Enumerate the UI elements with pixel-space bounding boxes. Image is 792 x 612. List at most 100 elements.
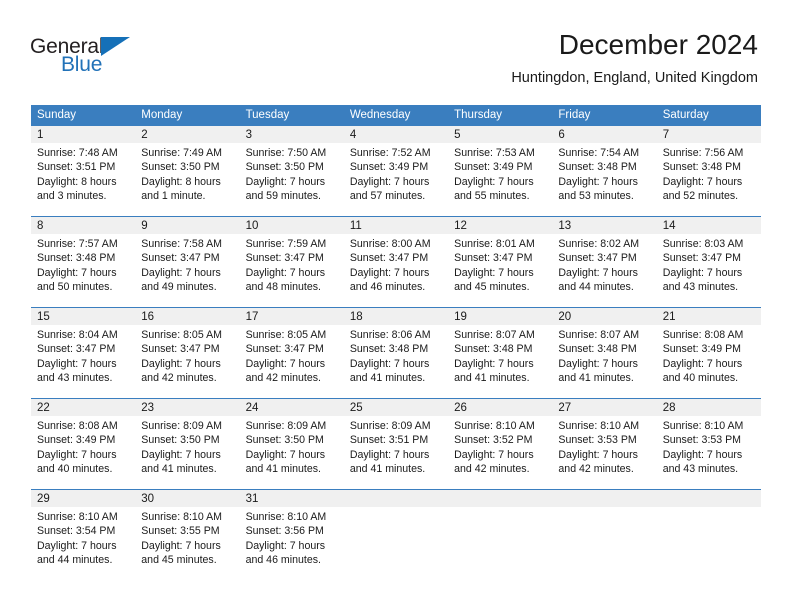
sunset-time: Sunset: 3:51 PM	[349, 434, 429, 447]
day-number: 30	[135, 490, 240, 507]
day-number	[448, 490, 553, 507]
calendar-day-cell[interactable]: 13 Sunrise: 8:02 AM Sunset: 3:47 PM Dayligh…	[552, 216, 657, 308]
day-details: Sunrise: 7:50 AM Sunset: 3:50 PM Daylight:…	[240, 143, 344, 204]
calendar-day-cell[interactable]: 30 Sunrise: 8:10 AM Sunset: 3:55 PM Dayligh…	[135, 489, 240, 580]
logo-text-blue: Blue	[61, 53, 103, 76]
sunrise-time: Sunrise: 8:05 AM	[245, 329, 327, 341]
sunrise-time: Sunrise: 7:53 AM	[454, 147, 535, 159]
daylight-duration-line1: Daylight: 7 hours	[37, 448, 117, 461]
title-block: December 2024 Huntingdon, England, Unite…	[511, 28, 758, 88]
sunrise-time: Sunrise: 8:07 AM	[454, 329, 535, 341]
daylight-duration-line2: and 41 minutes.	[454, 372, 530, 385]
day-details: Sunrise: 8:09 AM Sunset: 3:50 PM Daylight:…	[135, 416, 239, 477]
calendar-page: General Blue December 2024 Huntingdon, E…	[0, 0, 792, 612]
calendar-day-cell[interactable]: 8 Sunrise: 7:57 AM Sunset: 3:48 PM Daylight…	[31, 216, 136, 308]
calendar-day-cell[interactable]: 29 Sunrise: 8:10 AM Sunset: 3:54 PM Dayligh…	[31, 489, 136, 580]
sunset-time: Sunset: 3:56 PM	[245, 525, 324, 538]
day-number: 22	[31, 399, 136, 416]
calendar-week-row: 8 Sunrise: 7:57 AM Sunset: 3:48 PM Daylight…	[31, 216, 761, 308]
sunrise-time: Sunrise: 7:50 AM	[245, 147, 327, 159]
calendar-day-cell[interactable]: 18 Sunrise: 8:06 AM Sunset: 3:48 PM Dayligh…	[343, 307, 449, 399]
calendar-day-cell[interactable]: 22 Sunrise: 8:08 AM Sunset: 3:49 PM Dayligh…	[31, 398, 136, 490]
calendar-header-row: Sunday Monday Tuesday Wednesday Thursday…	[31, 105, 761, 126]
daylight-duration-line1: Daylight: 7 hours	[558, 175, 638, 188]
page-subtitle: Huntingdon, England, United Kingdom	[511, 70, 758, 86]
calendar-day-cell[interactable]: 23 Sunrise: 8:09 AM Sunset: 3:50 PM Dayligh…	[135, 398, 240, 490]
calendar-day-cell[interactable]: 1 Sunrise: 7:48 AM Sunset: 3:51 PM Daylight…	[31, 126, 136, 217]
day-details: Sunrise: 8:09 AM Sunset: 3:51 PM Daylight:…	[344, 416, 448, 477]
sunset-time: Sunset: 3:47 PM	[141, 343, 220, 356]
day-details: Sunrise: 7:56 AM Sunset: 3:48 PM Daylight:…	[657, 143, 761, 204]
daylight-duration-line1: Daylight: 7 hours	[37, 357, 117, 370]
calendar-day-cell[interactable]: 26 Sunrise: 8:10 AM Sunset: 3:52 PM Dayligh…	[448, 398, 553, 490]
calendar-grid: Sunday Monday Tuesday Wednesday Thursday…	[31, 105, 761, 580]
calendar-day-cell[interactable]: 24 Sunrise: 8:09 AM Sunset: 3:50 PM Dayligh…	[239, 398, 344, 490]
calendar-day-cell[interactable]: 11 Sunrise: 8:00 AM Sunset: 3:47 PM Dayligh…	[343, 216, 449, 308]
sunset-time: Sunset: 3:48 PM	[662, 161, 742, 174]
daylight-duration-line1: Daylight: 7 hours	[141, 448, 221, 461]
day-number: 20	[552, 308, 657, 325]
sunrise-time: Sunrise: 8:10 AM	[245, 511, 327, 523]
calendar-day-cell[interactable]: 14 Sunrise: 8:03 AM Sunset: 3:47 PM Dayligh…	[656, 216, 761, 308]
day-number: 4	[343, 126, 449, 143]
daylight-duration-line1: Daylight: 7 hours	[454, 448, 534, 461]
sunset-time: Sunset: 3:47 PM	[245, 343, 324, 356]
day-number: 13	[552, 217, 657, 234]
daylight-duration-line1: Daylight: 7 hours	[454, 175, 534, 188]
generalblue-logo[interactable]: General Blue	[30, 36, 230, 84]
day-number: 1	[31, 126, 136, 143]
daylight-duration-line1: Daylight: 7 hours	[245, 448, 326, 461]
day-number	[552, 490, 657, 507]
day-details: Sunrise: 8:10 AM Sunset: 3:53 PM Daylight:…	[657, 416, 761, 477]
daylight-duration-line1: Daylight: 7 hours	[245, 357, 326, 370]
calendar-day-cell[interactable]: 12 Sunrise: 8:01 AM Sunset: 3:47 PM Dayligh…	[448, 216, 553, 308]
calendar-day-cell[interactable]: 20 Sunrise: 8:07 AM Sunset: 3:48 PM Dayligh…	[552, 307, 657, 399]
calendar-day-cell[interactable]: 4 Sunrise: 7:52 AM Sunset: 3:49 PM Daylight…	[343, 126, 449, 217]
calendar-day-cell[interactable]: 28 Sunrise: 8:10 AM Sunset: 3:53 PM Dayligh…	[656, 398, 761, 490]
calendar-day-cell[interactable]: 7 Sunrise: 7:56 AM Sunset: 3:48 PM Daylight…	[656, 126, 761, 217]
calendar-day-cell[interactable]: 9 Sunrise: 7:58 AM Sunset: 3:47 PM Daylight…	[135, 216, 240, 308]
sunset-time: Sunset: 3:52 PM	[454, 434, 533, 447]
daylight-duration-line2: and 52 minutes.	[662, 190, 739, 203]
calendar-day-cell[interactable]: 31 Sunrise: 8:10 AM Sunset: 3:56 PM Dayligh…	[239, 489, 344, 580]
day-details: Sunrise: 7:58 AM Sunset: 3:47 PM Daylight:…	[135, 234, 239, 295]
day-details: Sunrise: 7:54 AM Sunset: 3:48 PM Daylight:…	[552, 143, 656, 204]
day-number: 27	[552, 399, 657, 416]
logo-triangle-icon	[101, 37, 130, 56]
calendar-day-cell[interactable]: 16 Sunrise: 8:05 AM Sunset: 3:47 PM Dayligh…	[135, 307, 240, 399]
sunset-time: Sunset: 3:47 PM	[349, 252, 429, 265]
sunrise-time: Sunrise: 8:06 AM	[349, 329, 431, 341]
day-details: Sunrise: 8:10 AM Sunset: 3:55 PM Daylight:…	[135, 507, 239, 568]
page-header: General Blue December 2024 Huntingdon, E…	[0, 0, 792, 100]
day-number: 15	[31, 308, 136, 325]
calendar-day-cell[interactable]: 3 Sunrise: 7:50 AM Sunset: 3:50 PM Daylight…	[239, 126, 344, 217]
calendar-day-cell[interactable]: 19 Sunrise: 8:07 AM Sunset: 3:48 PM Dayligh…	[448, 307, 553, 399]
sunrise-time: Sunrise: 7:59 AM	[245, 238, 327, 250]
daylight-duration-line1: Daylight: 7 hours	[558, 357, 638, 370]
day-number: 25	[343, 399, 449, 416]
calendar-day-cell[interactable]: 27 Sunrise: 8:10 AM Sunset: 3:53 PM Dayligh…	[552, 398, 657, 490]
calendar-day-cell[interactable]: 2 Sunrise: 7:49 AM Sunset: 3:50 PM Daylight…	[135, 126, 240, 217]
daylight-duration-line2: and 43 minutes.	[37, 372, 113, 385]
sunset-time: Sunset: 3:50 PM	[141, 161, 220, 174]
calendar-day-cell[interactable]: 17 Sunrise: 8:05 AM Sunset: 3:47 PM Dayligh…	[239, 307, 344, 399]
daylight-duration-line2: and 46 minutes.	[245, 554, 321, 567]
day-number: 10	[239, 217, 344, 234]
daylight-duration-line2: and 50 minutes.	[37, 281, 113, 294]
calendar-day-cell[interactable]: 21 Sunrise: 8:08 AM Sunset: 3:49 PM Dayligh…	[656, 307, 761, 399]
calendar-day-cell[interactable]: 25 Sunrise: 8:09 AM Sunset: 3:51 PM Dayligh…	[343, 398, 449, 490]
calendar-day-cell[interactable]: 15 Sunrise: 8:04 AM Sunset: 3:47 PM Dayligh…	[31, 307, 136, 399]
calendar-day-cell-empty	[448, 489, 553, 580]
calendar-week-row: 15 Sunrise: 8:04 AM Sunset: 3:47 PM Dayligh…	[31, 307, 761, 399]
calendar-day-cell[interactable]: 5 Sunrise: 7:53 AM Sunset: 3:49 PM Daylight…	[448, 126, 553, 217]
calendar-day-cell[interactable]: 10 Sunrise: 7:59 AM Sunset: 3:47 PM Dayligh…	[239, 216, 344, 308]
sunset-time: Sunset: 3:55 PM	[141, 525, 220, 538]
sunset-time: Sunset: 3:49 PM	[349, 161, 429, 174]
calendar-day-cell[interactable]: 6 Sunrise: 7:54 AM Sunset: 3:48 PM Daylight…	[552, 126, 657, 217]
daylight-duration-line1: Daylight: 7 hours	[662, 175, 743, 188]
daylight-duration-line2: and 42 minutes.	[141, 372, 217, 385]
sunrise-time: Sunrise: 8:02 AM	[558, 238, 640, 250]
sunrise-time: Sunrise: 7:57 AM	[37, 238, 118, 250]
daylight-duration-line1: Daylight: 7 hours	[662, 357, 743, 370]
daylight-duration-line2: and 40 minutes.	[662, 372, 739, 385]
